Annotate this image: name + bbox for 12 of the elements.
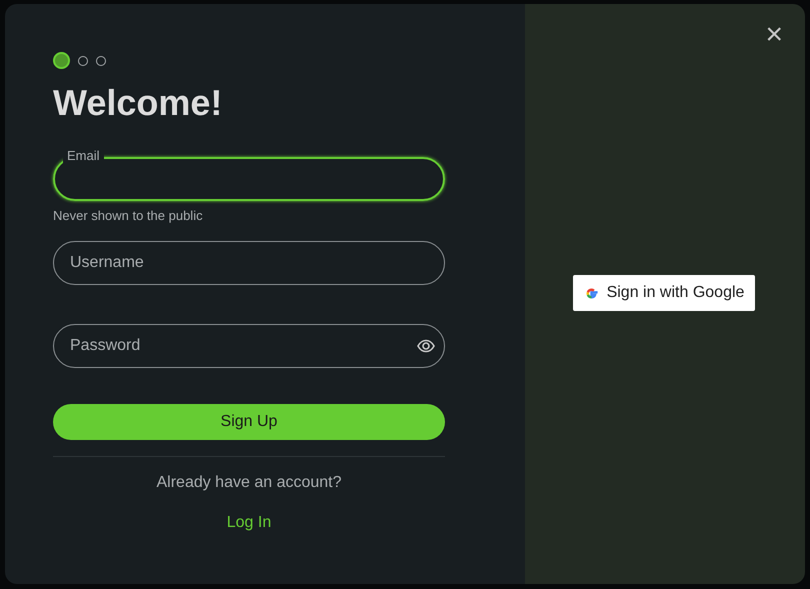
helper-text: Never shown to the public <box>53 207 203 226</box>
password-field[interactable]: Password <box>53 324 445 368</box>
eye-icon[interactable] <box>417 339 435 354</box>
close-button[interactable]: × <box>765 20 783 50</box>
google-logo-icon <box>584 286 599 300</box>
login-link[interactable]: Log In <box>226 514 272 532</box>
sign-up-button[interactable]: Sign Up <box>53 404 445 440</box>
page-title: Welcome! <box>53 81 224 124</box>
input-field[interactable]: Username <box>53 241 445 286</box>
account-prompt: Already have an account? <box>156 474 342 492</box>
google-sign-in-button[interactable]: Sign in with Google <box>572 275 756 311</box>
field-label: Email <box>63 148 104 164</box>
